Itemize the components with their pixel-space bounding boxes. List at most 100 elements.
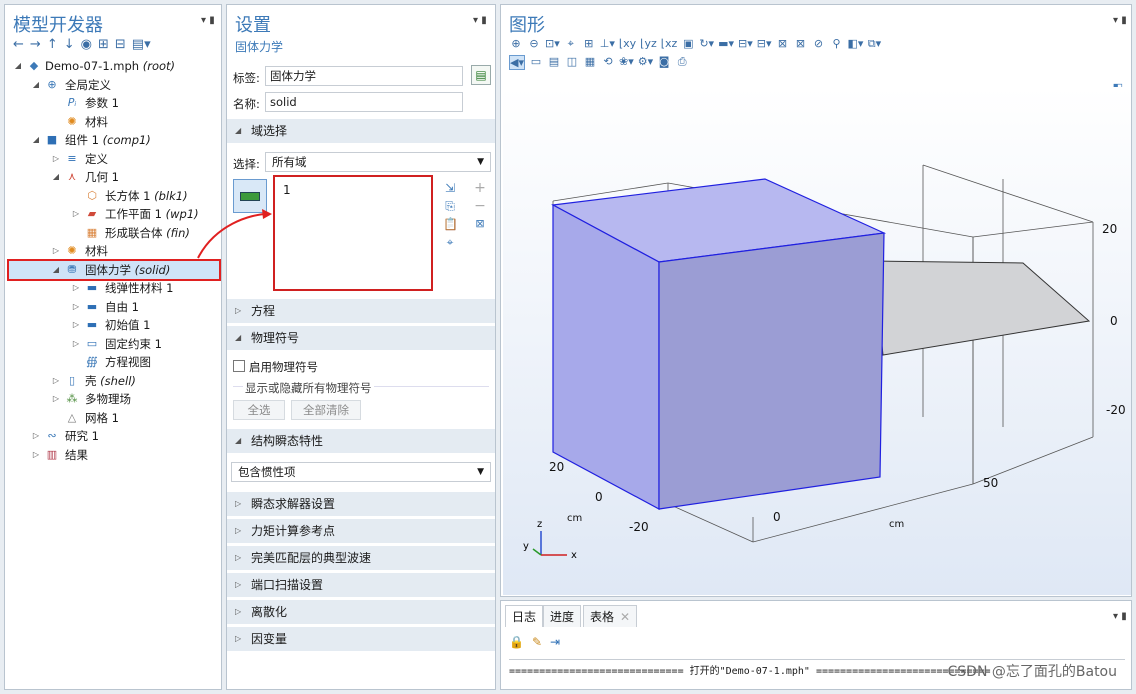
tree-node-fixed[interactable]: ▷ ▭ 固定约束 1 bbox=[5, 335, 221, 354]
plus-icon[interactable]: + bbox=[473, 179, 487, 197]
rotate-icon[interactable]: ↻▾ bbox=[699, 37, 714, 51]
paste-selection-icon[interactable]: 📋 bbox=[443, 215, 458, 233]
snapshot-icon[interactable]: ◙ bbox=[657, 55, 671, 70]
domain-list-item[interactable]: 1 bbox=[283, 183, 291, 197]
pin-icon[interactable]: ▾ ▮ bbox=[1113, 15, 1127, 26]
arrow-right-icon[interactable]: → bbox=[30, 37, 41, 52]
tree-node-workplane[interactable]: ▷ ▰ 工作平面 1 (wp1) bbox=[5, 205, 221, 224]
tree-node-block[interactable]: ⬡ 长方体 1 (blk1) bbox=[5, 187, 221, 206]
tree-node-component[interactable]: ◢ ■ 组件 1 (comp1) bbox=[5, 131, 221, 150]
light-icon[interactable]: ⚲ bbox=[830, 37, 844, 51]
tree-node-params[interactable]: Pᵢ 参数 1 bbox=[5, 94, 221, 113]
camera-icon[interactable]: ▣ bbox=[681, 37, 695, 51]
clear-selection-icon[interactable]: ⊠ bbox=[473, 215, 487, 233]
clear-all-button[interactable]: 全部清除 bbox=[291, 400, 361, 420]
section-equation[interactable]: ▷ 方程 bbox=[227, 299, 495, 323]
minus-icon[interactable]: − bbox=[473, 197, 487, 215]
tree-node-study[interactable]: ▷ ∾ 研究 1 bbox=[5, 427, 221, 446]
label-input[interactable]: 固体力学 bbox=[265, 66, 463, 86]
box-select-icon[interactable]: ⊟▾ bbox=[757, 37, 772, 51]
pin-icon[interactable]: ▾ ▮ bbox=[1113, 611, 1127, 622]
list-icon[interactable]: ▤▾ bbox=[132, 37, 151, 52]
select-icon[interactable]: ⊟▾ bbox=[738, 37, 753, 51]
expand-icon[interactable]: ⊞ bbox=[98, 37, 109, 52]
color-icon[interactable]: ❀▾ bbox=[619, 55, 634, 70]
reset-icon[interactable]: ⟲ bbox=[601, 55, 615, 70]
grid-icon[interactable]: ▤ bbox=[547, 55, 561, 70]
collapse-icon[interactable]: ⊟ bbox=[115, 37, 126, 52]
cube-front-face[interactable] bbox=[658, 232, 885, 510]
section-pml-wave-speed[interactable]: ▷ 完美匹配层的典型波速 bbox=[227, 546, 495, 570]
axis-icon[interactable]: ⊥▾ bbox=[600, 37, 615, 51]
arrow-up-icon[interactable]: ↑ bbox=[47, 37, 58, 52]
enable-symbols-checkbox[interactable] bbox=[233, 360, 245, 372]
lock-icon[interactable]: 🔒 bbox=[509, 635, 524, 649]
active-toggle-button[interactable] bbox=[233, 179, 267, 213]
section-domain-selection[interactable]: ◢ 域选择 bbox=[227, 119, 495, 143]
section-discretization[interactable]: ▷ 离散化 bbox=[227, 600, 495, 624]
tab-log[interactable]: 日志 bbox=[505, 605, 544, 627]
tab-table[interactable]: 表格 ✕ bbox=[583, 605, 638, 628]
view-xz-icon[interactable]: ⌊xz bbox=[661, 37, 678, 51]
pin-icon[interactable]: ▾ ▮ bbox=[201, 15, 215, 26]
section-structural-transient[interactable]: ◢ 结构瞬态特性 bbox=[227, 429, 495, 453]
tree-node-materials-global[interactable]: ✺ 材料 bbox=[5, 113, 221, 132]
view-xy-icon[interactable]: ⌊xy bbox=[619, 37, 636, 51]
section-solver-settings[interactable]: ▷ 瞬态求解器设置 bbox=[227, 492, 495, 516]
tree-node-geometry[interactable]: ◢ ⋏ 几何 1 bbox=[5, 168, 221, 187]
arrow-left-icon[interactable]: ← bbox=[13, 37, 24, 52]
view-yz-icon[interactable]: ⌊yz bbox=[640, 37, 657, 51]
tree-node-union[interactable]: ▦ 形成联合体 (fin) bbox=[5, 224, 221, 243]
model-3d-view[interactable]: 20 0 -20 50 20 0 -20 0 cm cm z x y bbox=[503, 87, 1131, 595]
render-icon[interactable]: ⧉▾ bbox=[867, 37, 881, 51]
domain-list[interactable]: 1 bbox=[273, 175, 433, 291]
select-mode-icon[interactable]: ▬▾ bbox=[718, 37, 734, 51]
tree-node-root[interactable]: ◢ ◆ Demo-07-1.mph (root) bbox=[5, 57, 221, 76]
select-all-icon[interactable]: ⊠ bbox=[776, 37, 790, 51]
hide-icon[interactable]: ⊘ bbox=[812, 37, 826, 51]
mesh-render-icon[interactable]: ▦ bbox=[583, 55, 597, 70]
tree-node-global[interactable]: ◢ ⊕ 全局定义 bbox=[5, 76, 221, 95]
zoom-extents-icon[interactable]: ⌖ bbox=[564, 37, 578, 51]
tree-node-solid[interactable]: ◢ ⛃ 固体力学 (solid) bbox=[7, 258, 221, 281]
section-port-sweep[interactable]: ▷ 端口扫描设置 bbox=[227, 573, 495, 597]
tree-node-free[interactable]: ▷ ▬ 自由 1 bbox=[5, 298, 221, 317]
tree-node-definitions[interactable]: ▷ ≡ 定义 bbox=[5, 150, 221, 169]
eye-icon[interactable]: ◉ bbox=[81, 37, 92, 52]
wireframe-icon[interactable]: ▭ bbox=[529, 55, 543, 70]
plate[interactable] bbox=[872, 260, 1091, 356]
zoom-box-icon[interactable]: ⊡▾ bbox=[545, 37, 560, 51]
section-moment-reference[interactable]: ▷ 力矩计算参考点 bbox=[227, 519, 495, 543]
select-all-button[interactable]: 全选 bbox=[233, 400, 285, 420]
tree-node-multiphysics[interactable]: ▷ ⁂ 多物理场 bbox=[5, 390, 221, 409]
tree-node-results[interactable]: ▷ ▥ 结果 bbox=[5, 446, 221, 465]
settings-icon[interactable]: ⚙▾ bbox=[638, 55, 653, 70]
add-selection-icon[interactable]: ⇲ bbox=[443, 179, 457, 197]
zoom-in-icon[interactable]: ⊕ bbox=[509, 37, 523, 51]
scene-light-icon[interactable]: ◀▾ bbox=[509, 55, 525, 70]
tree-node-equation-view[interactable]: ∰ 方程视图 bbox=[5, 353, 221, 372]
clear-log-icon[interactable]: ✎ bbox=[532, 635, 542, 649]
name-input[interactable]: solid bbox=[265, 92, 463, 112]
edit-label-icon[interactable]: ▤ bbox=[471, 65, 491, 85]
tree-node-linear-elastic[interactable]: ▷ ▬ 线弹性材料 1 bbox=[5, 279, 221, 298]
zoom-selection-icon[interactable]: ⌖ bbox=[443, 233, 457, 251]
arrow-down-icon[interactable]: ↓ bbox=[64, 37, 75, 52]
print-icon[interactable]: ⎙ bbox=[675, 55, 689, 70]
tab-progress[interactable]: 进度 bbox=[543, 605, 582, 627]
pin-icon[interactable]: ▾ ▮ bbox=[473, 15, 487, 26]
tree-node-shell[interactable]: ▷ ▯ 壳 (shell) bbox=[5, 372, 221, 391]
deselect-icon[interactable]: ⊠ bbox=[794, 37, 808, 51]
section-physics-symbols[interactable]: ◢ 物理符号 bbox=[227, 326, 495, 350]
selection-dropdown[interactable]: 所有域 ▼ bbox=[265, 152, 491, 172]
graphics-canvas[interactable]: 20 0 -20 50 20 0 -20 0 cm cm z x y bbox=[503, 87, 1131, 595]
shade-icon[interactable]: ◫ bbox=[565, 55, 579, 70]
export-log-icon[interactable]: ⇥ bbox=[550, 635, 560, 649]
zoom-out-icon[interactable]: ⊖ bbox=[527, 37, 541, 51]
transient-dropdown[interactable]: 包含惯性项 ▼ bbox=[231, 462, 491, 482]
zoom-fit-icon[interactable]: ⊞ bbox=[582, 37, 596, 51]
close-icon[interactable]: ✕ bbox=[620, 606, 630, 628]
tree-node-mesh[interactable]: △ 网格 1 bbox=[5, 409, 221, 428]
transparency-icon[interactable]: ◧▾ bbox=[848, 37, 864, 51]
section-dependent-variables[interactable]: ▷ 因变量 bbox=[227, 627, 495, 651]
